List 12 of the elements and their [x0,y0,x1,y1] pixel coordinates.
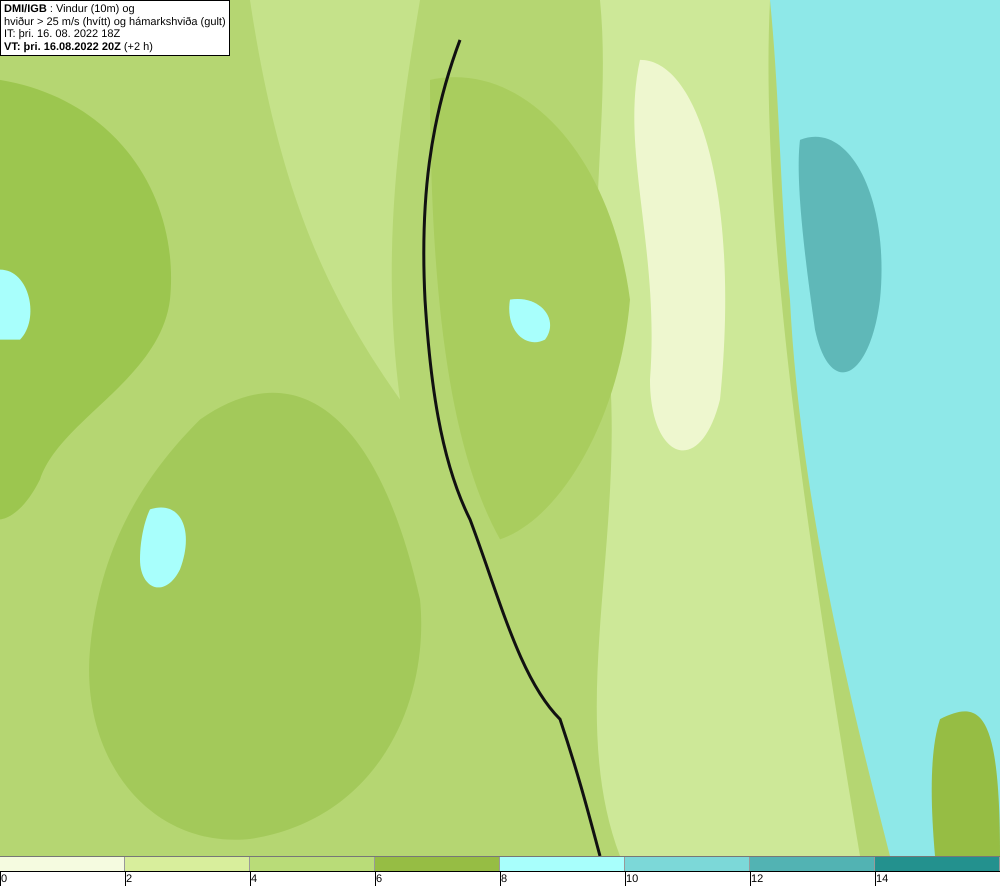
legend-label: 0 [0,872,8,886]
legend-label: 12 [750,872,764,886]
info-text: IT: þri. 16. 08. 2022 18Z [4,28,122,40]
legend-label: 8 [500,872,508,886]
legend-label: 4 [250,872,258,886]
info-text: hviður > 25 m/s (hvítt) og hámarkshviða (gult) [4,16,226,28]
legend-label: 10 [625,872,638,886]
legend-label: 14 [875,872,888,886]
legend-label: 2 [125,872,132,886]
info-text: DMI/IGB : Vindur (10m) og [4,3,136,16]
info-text: VT: þri. 16.08.2022 20Z (+2 h) [4,40,154,53]
legend-label: 6 [375,872,382,886]
